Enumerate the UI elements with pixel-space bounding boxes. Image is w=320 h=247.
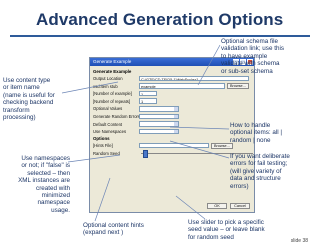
arrow-errors [169, 140, 230, 159]
annotation-arrows [61, 44, 230, 222]
arrow-namespaces [67, 154, 121, 163]
arrow-slider [175, 195, 206, 220]
arrow-content-type [61, 81, 119, 94]
arrow-hints [94, 177, 111, 222]
arrow-optional [169, 126, 230, 130]
arrow-schema [197, 44, 221, 86]
